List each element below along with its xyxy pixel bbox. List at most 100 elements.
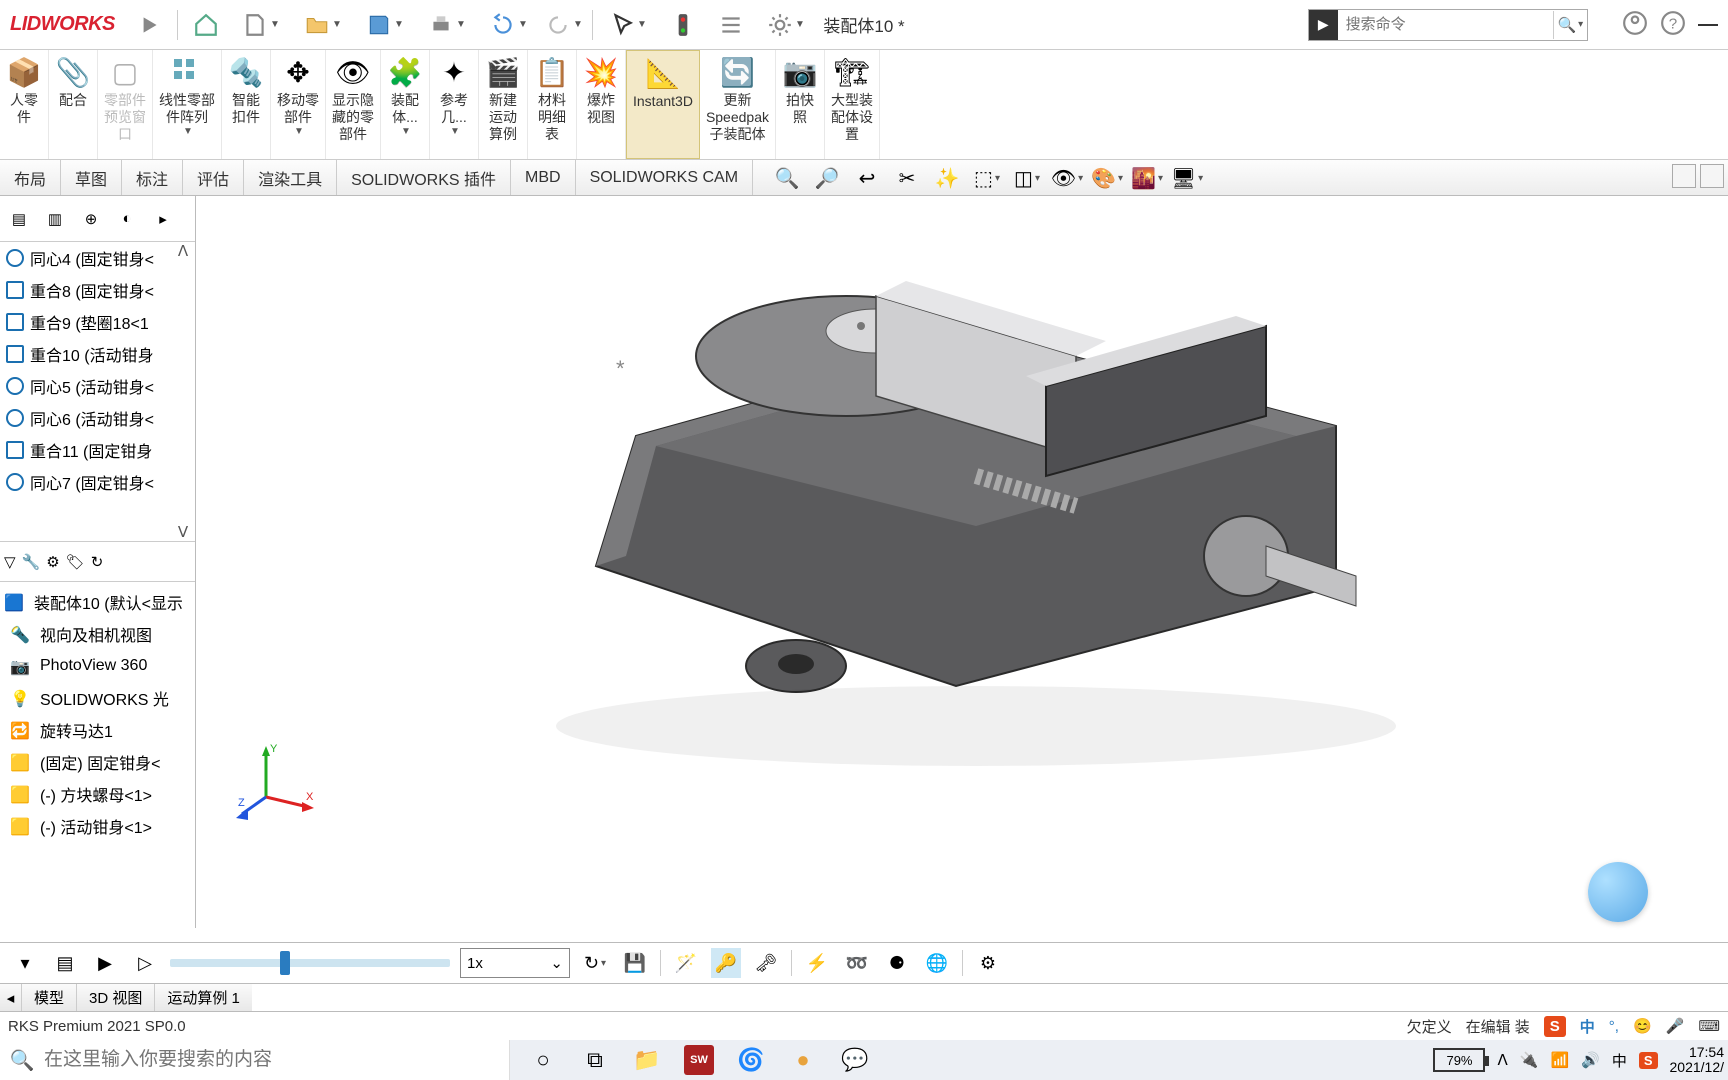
windows-search[interactable]: 🔍 bbox=[0, 1040, 510, 1080]
section-view-icon[interactable]: ✂ bbox=[890, 163, 924, 193]
contact-icon[interactable]: ⚈ bbox=[882, 948, 912, 978]
mate-item[interactable]: 同心5 (活动钳身< bbox=[0, 370, 195, 402]
mate-item[interactable]: 同心7 (固定钳身< bbox=[0, 466, 195, 498]
user-icon[interactable] bbox=[1622, 10, 1648, 40]
ribbon-reference-geometry[interactable]: ✦参考 几...▼ bbox=[430, 50, 479, 159]
redo-icon[interactable]: ▼ bbox=[542, 3, 586, 47]
zoom-area-icon[interactable]: 🔎 bbox=[810, 163, 844, 193]
solidworks-taskbar-icon[interactable]: SW bbox=[684, 1045, 714, 1075]
ime-lang-badge[interactable]: 中 bbox=[1580, 1016, 1595, 1037]
play-from-start-icon[interactable]: ▶ bbox=[90, 948, 120, 978]
bottom-tab-model[interactable]: 模型 bbox=[22, 984, 77, 1011]
ribbon-mate[interactable]: 📎配合 bbox=[49, 50, 98, 159]
file-explorer-icon[interactable]: 📁 bbox=[632, 1045, 662, 1075]
animation-wizard-icon[interactable]: 🪄 bbox=[671, 948, 701, 978]
playback-speed-select[interactable]: 1x⌄ bbox=[460, 948, 570, 978]
assistant-orb-icon[interactable] bbox=[1588, 862, 1648, 922]
autokey-icon[interactable]: 🔑 bbox=[711, 948, 741, 978]
tray-expand-icon[interactable]: ꓥ bbox=[1497, 1051, 1507, 1069]
view-orientation-icon[interactable]: ⬚▾ bbox=[970, 163, 1004, 193]
dynamic-annotation-icon[interactable]: ✨ bbox=[930, 163, 964, 193]
bottom-tab-3dview[interactable]: 3D 视图 bbox=[77, 984, 155, 1011]
save-icon[interactable]: ▼ bbox=[356, 3, 414, 47]
ime-punct-icon[interactable]: °, bbox=[1609, 1018, 1619, 1035]
undo-icon[interactable]: ▼ bbox=[480, 3, 538, 47]
search-magnifier-icon[interactable]: 🔍▾ bbox=[1553, 11, 1587, 39]
new-file-icon[interactable]: ▼ bbox=[232, 3, 290, 47]
chrome-icon[interactable]: ● bbox=[788, 1045, 818, 1075]
tree-root[interactable]: 🟦装配体10 (默认<显示 bbox=[0, 586, 195, 618]
search-box[interactable]: ▶ 🔍▾ bbox=[1308, 9, 1588, 41]
play-icon[interactable]: ▷ bbox=[130, 948, 160, 978]
ribbon-instant3d[interactable]: 📐Instant3D bbox=[626, 50, 700, 159]
panel-nav-right-icon[interactable]: ▸ bbox=[148, 204, 178, 234]
tree-item[interactable]: 🔁旋转马达1 bbox=[0, 714, 195, 746]
ribbon-smart-fasteners[interactable]: 🔩智能 扣件 bbox=[222, 50, 271, 159]
task-view-icon[interactable]: ⧉ bbox=[580, 1045, 610, 1075]
ribbon-large-assembly[interactable]: 🏗大型装 配体设 置 bbox=[825, 50, 880, 159]
feature-tree-tab-icon[interactable]: ▤ bbox=[4, 204, 34, 234]
help-icon[interactable]: ? bbox=[1660, 10, 1686, 40]
loop-icon[interactable]: ↻▾ bbox=[580, 948, 610, 978]
dimxpert-tab-icon[interactable]: ◐ bbox=[112, 204, 142, 234]
ribbon-take-snapshot[interactable]: 📷拍快 照 bbox=[776, 50, 825, 159]
mate-item[interactable]: 重合10 (活动钳身 bbox=[0, 338, 195, 370]
gear-icon[interactable]: ▼ bbox=[757, 3, 815, 47]
minimize-icon[interactable] bbox=[1698, 24, 1718, 26]
scroll-up-icon[interactable]: ꓥ bbox=[178, 242, 188, 260]
tray-ime-icon[interactable]: 中 bbox=[1612, 1050, 1627, 1071]
play-icon[interactable] bbox=[127, 3, 171, 47]
tray-sogou-icon[interactable]: S bbox=[1639, 1052, 1658, 1069]
motion-dropdown-icon[interactable]: ▾ bbox=[10, 948, 40, 978]
traffic-light-icon[interactable] bbox=[661, 3, 705, 47]
apply-scene-icon[interactable]: 🌇▾ bbox=[1130, 163, 1164, 193]
motion-options-icon[interactable]: ⚙ bbox=[973, 948, 1003, 978]
tab-addins[interactable]: SOLIDWORKS 插件 bbox=[337, 160, 511, 195]
tab-cam[interactable]: SOLIDWORKS CAM bbox=[576, 160, 753, 195]
filter-opt3-icon[interactable]: 🏷 bbox=[66, 553, 85, 571]
mate-item[interactable]: 重合9 (垫圈18<1 bbox=[0, 306, 195, 338]
tree-item[interactable]: 💡SOLIDWORKS 光 bbox=[0, 682, 195, 714]
tree-item[interactable]: 🟨(-) 活动钳身<1> bbox=[0, 810, 195, 842]
battery-indicator[interactable]: 79% bbox=[1433, 1048, 1485, 1072]
app-icon-1[interactable]: 🌀 bbox=[736, 1045, 766, 1075]
spring-icon[interactable]: ➿ bbox=[842, 948, 872, 978]
save-animation-icon[interactable]: 💾 bbox=[620, 948, 650, 978]
scroll-down-icon[interactable]: ꓦ bbox=[178, 523, 188, 541]
ribbon-update-speedpak[interactable]: 🔄更新 Speedpak 子装配体 bbox=[700, 50, 776, 159]
display-style-icon[interactable]: ◫▾ bbox=[1010, 163, 1044, 193]
home-icon[interactable] bbox=[184, 3, 228, 47]
ime-keyboard-icon[interactable]: ⌨ bbox=[1698, 1017, 1720, 1035]
ribbon-new-motion-study[interactable]: 🎬新建 运动 算例 bbox=[479, 50, 528, 159]
tab-render[interactable]: 渲染工具 bbox=[244, 160, 337, 195]
ribbon-linear-pattern[interactable]: 线性零部 件阵列▼ bbox=[153, 50, 222, 159]
filter-opt4-icon[interactable]: ↻ bbox=[91, 553, 104, 571]
tab-layout[interactable]: 布局 bbox=[0, 160, 61, 195]
ribbon-exploded-view[interactable]: 💥爆炸 视图 bbox=[577, 50, 626, 159]
tray-volume-icon[interactable]: 🔊 bbox=[1581, 1051, 1600, 1069]
tab-evaluate[interactable]: 评估 bbox=[183, 160, 244, 195]
open-folder-icon[interactable]: ▼ bbox=[294, 3, 352, 47]
ribbon-show-hidden[interactable]: 👁显示隐 藏的零 部件 bbox=[326, 50, 381, 159]
tab-sketch[interactable]: 草图 bbox=[61, 160, 122, 195]
search-input[interactable] bbox=[1338, 16, 1553, 33]
hide-show-icon[interactable]: 👁▾ bbox=[1050, 163, 1084, 193]
view-settings-icon[interactable]: 🖥▾ bbox=[1170, 163, 1204, 193]
panel-toggle-left[interactable] bbox=[1672, 164, 1696, 188]
cortana-icon[interactable]: ○ bbox=[528, 1045, 558, 1075]
ime-indicator-icon[interactable]: S bbox=[1544, 1016, 1566, 1037]
ribbon-move-component[interactable]: ✥移动零 部件▼ bbox=[271, 50, 326, 159]
property-manager-tab-icon[interactable]: ▥ bbox=[40, 204, 70, 234]
filter-opt1-icon[interactable]: 🔧 bbox=[22, 553, 41, 571]
tree-item[interactable]: 🔦视向及相机视图 bbox=[0, 618, 195, 650]
wechat-icon[interactable]: 💬 bbox=[840, 1045, 870, 1075]
tray-power-icon[interactable]: 🔌 bbox=[1520, 1051, 1539, 1069]
zoom-fit-icon[interactable]: 🔍 bbox=[770, 163, 804, 193]
tree-item[interactable]: 📷PhotoView 360 bbox=[0, 650, 195, 682]
bottom-tab-nav-icon[interactable]: ◂ bbox=[0, 984, 22, 1011]
tray-wifi-icon[interactable]: 📶 bbox=[1550, 1051, 1569, 1069]
calculate-icon[interactable]: ▤ bbox=[50, 948, 80, 978]
tree-item[interactable]: 🟨(-) 方块螺母<1> bbox=[0, 778, 195, 810]
bottom-tab-motion-study[interactable]: 运动算例 1 bbox=[155, 984, 252, 1011]
ime-mic-icon[interactable]: 🎤 bbox=[1666, 1017, 1685, 1035]
